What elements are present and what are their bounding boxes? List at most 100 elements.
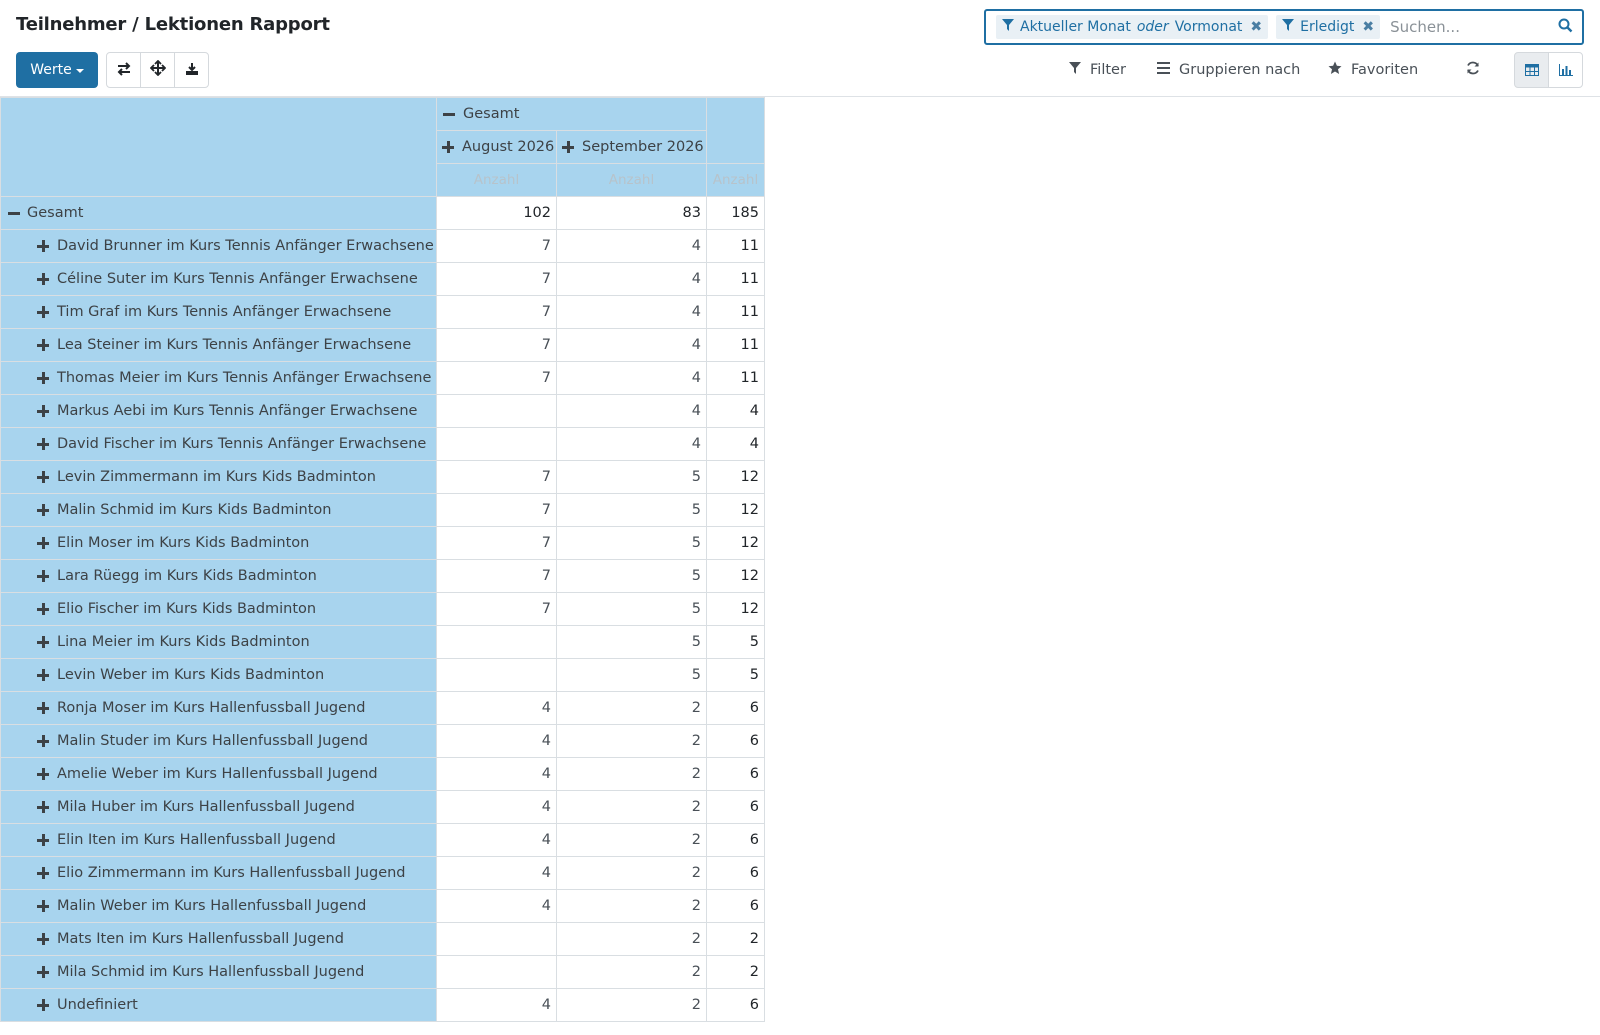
cell-row-total[interactable]: 4	[706, 394, 765, 428]
cell-row-total[interactable]: 6	[706, 724, 765, 758]
cell-september[interactable]: 4	[556, 229, 707, 263]
cell-september[interactable]: 5	[556, 592, 707, 626]
cell-row-total[interactable]: 11	[706, 295, 765, 329]
cell-row-total[interactable]: 12	[706, 559, 765, 593]
cell-august[interactable]: 4	[436, 856, 557, 890]
cell-august[interactable]: 7	[436, 559, 557, 593]
cell-september[interactable]: 2	[556, 856, 707, 890]
cell-row-total[interactable]: 12	[706, 460, 765, 494]
row-header[interactable]: Elio Zimmermann im Kurs Hallenfussball J…	[0, 856, 437, 890]
cell-august[interactable]: 7	[436, 328, 557, 362]
cell-august[interactable]: 7	[436, 361, 557, 395]
row-header[interactable]: Malin Weber im Kurs Hallenfussball Jugen…	[0, 889, 437, 923]
download-button[interactable]	[174, 52, 209, 88]
row-header[interactable]: Tim Graf im Kurs Tennis Anfänger Erwachs…	[0, 295, 437, 329]
favorites-dropdown[interactable]: Favoriten	[1328, 57, 1418, 83]
cell-august[interactable]	[436, 658, 557, 692]
cell-august[interactable]: 7	[436, 493, 557, 527]
cell-august[interactable]	[436, 955, 557, 989]
cell-august[interactable]	[436, 394, 557, 428]
filter-dropdown[interactable]: Filter	[1069, 57, 1126, 83]
refresh-button[interactable]	[1466, 57, 1480, 83]
row-header[interactable]: Malin Schmid im Kurs Kids Badminton	[0, 493, 437, 527]
cell-september[interactable]: 4	[556, 328, 707, 362]
cell-august[interactable]	[436, 922, 557, 956]
cell-august[interactable]: 7	[436, 229, 557, 263]
row-header[interactable]: Ronja Moser im Kurs Hallenfussball Jugen…	[0, 691, 437, 725]
grand-total[interactable]: 185	[706, 196, 765, 230]
groupby-dropdown[interactable]: Gruppieren nach	[1157, 57, 1300, 83]
cell-row-total[interactable]: 11	[706, 328, 765, 362]
cell-august[interactable]: 4	[436, 988, 557, 1022]
remove-facet-icon[interactable]: ✖	[1362, 19, 1374, 35]
cell-september[interactable]: 2	[556, 988, 707, 1022]
flip-axis-button[interactable]	[106, 52, 141, 88]
expand-all-button[interactable]	[140, 52, 175, 88]
cell-september[interactable]: 2	[556, 889, 707, 923]
cell-september[interactable]: 5	[556, 526, 707, 560]
remove-facet-icon[interactable]: ✖	[1250, 19, 1262, 35]
cell-september[interactable]: 2	[556, 724, 707, 758]
cell-september[interactable]: 5	[556, 493, 707, 527]
search-input[interactable]	[1388, 13, 1548, 41]
cell-row-total[interactable]: 6	[706, 691, 765, 725]
row-header-total[interactable]: Gesamt	[0, 196, 437, 230]
cell-august[interactable]: 4	[436, 790, 557, 824]
row-header[interactable]: Mats Iten im Kurs Hallenfussball Jugend	[0, 922, 437, 956]
cell-september[interactable]: 5	[556, 658, 707, 692]
col-header-september[interactable]: September 2026	[556, 130, 707, 164]
row-header[interactable]: Malin Studer im Kurs Hallenfussball Juge…	[0, 724, 437, 758]
cell-september[interactable]: 5	[556, 559, 707, 593]
cell-row-total[interactable]: 5	[706, 625, 765, 659]
col-header-august[interactable]: August 2026	[436, 130, 557, 164]
row-header[interactable]: Lara Rüegg im Kurs Kids Badminton	[0, 559, 437, 593]
row-header[interactable]: Elin Moser im Kurs Kids Badminton	[0, 526, 437, 560]
cell-september[interactable]: 2	[556, 790, 707, 824]
cell-row-total[interactable]: 12	[706, 526, 765, 560]
row-header[interactable]: Thomas Meier im Kurs Tennis Anfänger Erw…	[0, 361, 437, 395]
cell-september[interactable]: 5	[556, 460, 707, 494]
cell-row-total[interactable]: 12	[706, 493, 765, 527]
row-header[interactable]: David Brunner im Kurs Tennis Anfänger Er…	[0, 229, 437, 263]
cell-row-total[interactable]: 12	[706, 592, 765, 626]
row-header[interactable]: Mila Schmid im Kurs Hallenfussball Jugen…	[0, 955, 437, 989]
cell-september[interactable]: 2	[556, 955, 707, 989]
values-dropdown-button[interactable]: Werte	[16, 52, 98, 88]
row-header[interactable]: Lina Meier im Kurs Kids Badminton	[0, 625, 437, 659]
cell-september[interactable]: 4	[556, 361, 707, 395]
cell-august[interactable]: 4	[436, 757, 557, 791]
cell-row-total[interactable]: 11	[706, 262, 765, 296]
cell-august[interactable]: 7	[436, 262, 557, 296]
cell-september[interactable]: 2	[556, 823, 707, 857]
row-header[interactable]: David Fischer im Kurs Tennis Anfänger Er…	[0, 427, 437, 461]
row-header[interactable]: Levin Zimmermann im Kurs Kids Badminton	[0, 460, 437, 494]
cell-september[interactable]: 4	[556, 394, 707, 428]
cell-row-total[interactable]: 5	[706, 658, 765, 692]
cell-september[interactable]: 2	[556, 922, 707, 956]
cell-august[interactable]: 4	[436, 724, 557, 758]
row-header[interactable]: Levin Weber im Kurs Kids Badminton	[0, 658, 437, 692]
cell-september[interactable]: 2	[556, 691, 707, 725]
row-header[interactable]: Elin Iten im Kurs Hallenfussball Jugend	[0, 823, 437, 857]
row-header[interactable]: Amelie Weber im Kurs Hallenfussball Juge…	[0, 757, 437, 791]
cell-row-total[interactable]: 6	[706, 757, 765, 791]
row-header[interactable]: Mila Huber im Kurs Hallenfussball Jugend	[0, 790, 437, 824]
row-header[interactable]: Undefiniert	[0, 988, 437, 1022]
cell-august[interactable]	[436, 625, 557, 659]
cell-row-total[interactable]: 2	[706, 955, 765, 989]
col-header-total[interactable]: Gesamt	[436, 97, 707, 131]
cell-august[interactable]: 4	[436, 823, 557, 857]
cell-row-total[interactable]: 4	[706, 427, 765, 461]
row-header[interactable]: Lea Steiner im Kurs Tennis Anfänger Erwa…	[0, 328, 437, 362]
pivot-view-button[interactable]	[1514, 52, 1549, 88]
cell-row-total[interactable]: 6	[706, 856, 765, 890]
cell-august[interactable]: 4	[436, 691, 557, 725]
grand-total-august[interactable]: 102	[436, 196, 557, 230]
cell-row-total[interactable]: 11	[706, 361, 765, 395]
cell-september[interactable]: 5	[556, 625, 707, 659]
cell-row-total[interactable]: 6	[706, 823, 765, 857]
cell-row-total[interactable]: 6	[706, 790, 765, 824]
row-header[interactable]: Elio Fischer im Kurs Kids Badminton	[0, 592, 437, 626]
cell-august[interactable]: 7	[436, 526, 557, 560]
cell-row-total[interactable]: 2	[706, 922, 765, 956]
